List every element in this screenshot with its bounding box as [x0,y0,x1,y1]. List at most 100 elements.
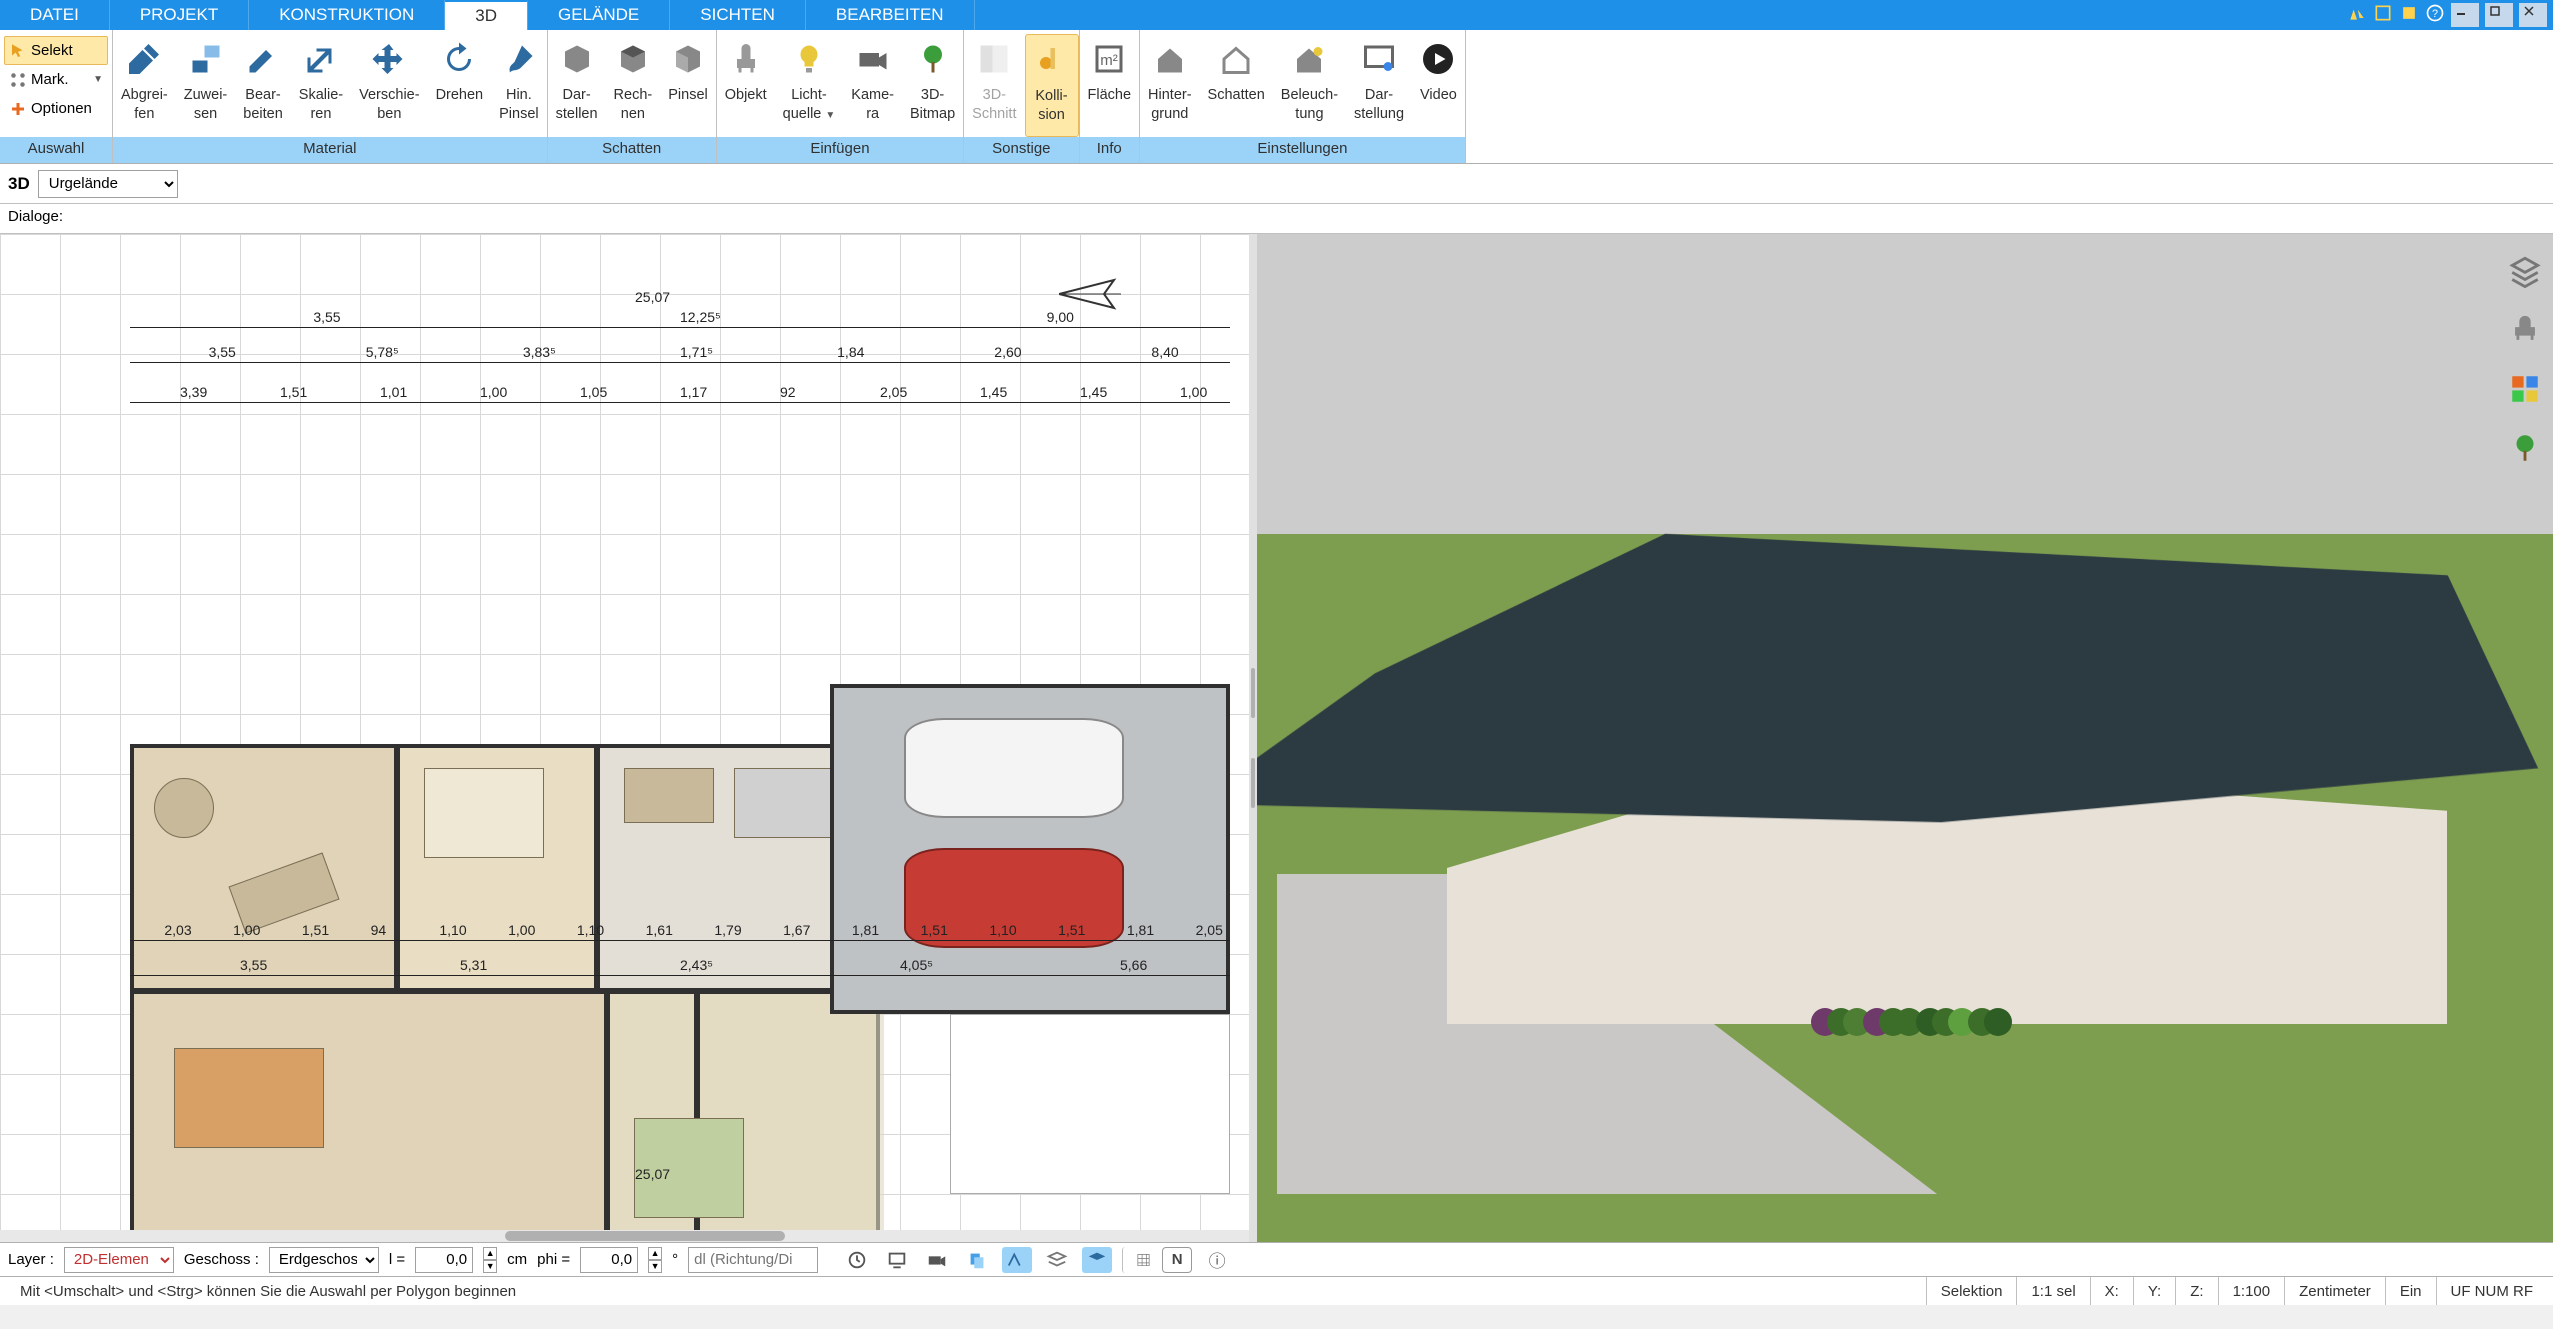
scroll-thumb[interactable] [505,1231,785,1241]
floor-select[interactable]: Erdgeschos [269,1247,379,1273]
screen-icon [1361,37,1397,81]
group-label-material: Material [113,137,547,163]
maximize-button[interactable] [2485,3,2513,27]
group-label-auswahl: Auswahl [0,137,112,163]
tab-label: BEARBEITEN [836,5,944,25]
ribbon-info-0[interactable]: m²Fläche [1080,34,1140,137]
ribbon-label: Skalie-ren [299,81,343,124]
toggle-b-icon[interactable] [1082,1247,1112,1273]
tab-konstruktion[interactable]: KONSTRUKTION [249,0,445,30]
optionen-button[interactable]: Optionen [4,94,108,123]
group-info: m²Fläche Info [1080,30,1141,163]
view-2d[interactable]: 25,07 3,5512,25⁵9,00 3,555,78⁵3,83⁵1,71⁵… [0,234,1249,1242]
dim-total: 25,07 [635,289,670,305]
layer-select[interactable]: 2D-Elemen [64,1247,174,1273]
ribbon-label: Hinter-grund [1148,81,1192,124]
ribbon-label: Pinsel [668,81,708,105]
ribbon-material-6[interactable]: Hin.Pinsel [491,34,547,137]
ribbon-schatten-2[interactable]: Pinsel [660,34,716,137]
view-splitter[interactable] [1249,234,1257,1242]
ribbon-einstell-3[interactable]: Dar-stellung [1346,34,1412,137]
tool-icon-1[interactable] [2347,3,2367,28]
clock-icon[interactable] [842,1247,872,1273]
ribbon-sonstige-0[interactable]: 3D-Schnitt [964,34,1024,137]
view-3d[interactable] [1257,234,2553,1242]
mark-button[interactable]: Mark. ▼ [4,65,108,94]
tab-label: SICHTEN [700,5,775,25]
ribbon-einstell-1[interactable]: Schatten [1200,34,1273,137]
copy-icon[interactable] [962,1247,992,1273]
horizontal-scrollbar[interactable] [0,1230,1249,1242]
tool-icon-3[interactable] [2399,3,2419,28]
l-input[interactable] [415,1247,473,1273]
ribbon-einfuegen-0[interactable]: Objekt [717,34,775,137]
direction-input[interactable] [688,1247,818,1273]
phi-spinner[interactable]: ▲▼ [648,1247,662,1273]
ribbon-einstell-2[interactable]: Beleuch-tung [1273,34,1346,137]
dim-value: 1,45 [980,384,1007,400]
ribbon-label: Licht-quelle ▼ [783,81,836,125]
floor-label: Geschoss : [184,1251,259,1268]
status-scale: 1:100 [2218,1277,2285,1305]
tab-projekt[interactable]: PROJEKT [110,0,249,30]
help-icon[interactable]: ? [2425,3,2445,28]
dim-value: 1,10 [989,922,1016,938]
ribbon-label: Beleuch-tung [1281,81,1338,124]
layer-label: Layer : [8,1251,54,1268]
selekt-button[interactable]: Selekt [4,36,108,65]
tool-icon-2[interactable] [2373,3,2393,28]
ribbon-einfuegen-1[interactable]: Licht-quelle ▼ [775,34,844,137]
group-label-schatten: Schatten [548,137,716,163]
tab-3d[interactable]: 3D [445,0,528,30]
dim-value: 2,05 [1196,922,1223,938]
tab-gelaende[interactable]: GELÄNDE [528,0,670,30]
dim-value: 1,51 [921,922,948,938]
ribbon-schatten-0[interactable]: Dar-stellen [548,34,606,137]
terrain-combo[interactable]: Urgelände [38,170,178,198]
ribbon-material-1[interactable]: Zuwei-sen [176,34,236,137]
tab-bearbeiten[interactable]: BEARBEITEN [806,0,975,30]
ribbon-einfuegen-3[interactable]: 3D-Bitmap [902,34,963,137]
monitor-icon[interactable] [882,1247,912,1273]
workspace: 25,07 3,5512,25⁵9,00 3,555,78⁵3,83⁵1,71⁵… [0,234,2553,1242]
dim-value: 1,51 [280,384,307,400]
dim-value: 2,05 [880,384,907,400]
dim-value: 1,10 [439,922,466,938]
ribbon-sonstige-1[interactable]: Kolli-sion [1025,34,1079,137]
ribbon-einstell-4[interactable]: Video [1412,34,1465,137]
garden-shrubs [1817,1014,2117,1114]
ribbon-material-3[interactable]: Skalie-ren [291,34,351,137]
ribbon-schatten-1[interactable]: Rech-nen [606,34,661,137]
minimize-button[interactable] [2451,3,2479,27]
ribbon-material-4[interactable]: Verschie-ben [351,34,427,137]
ribbon-material-5[interactable]: Drehen [428,34,492,137]
bulb-icon [791,37,827,81]
l-unit: cm [507,1251,527,1268]
l-spinner[interactable]: ▲▼ [483,1247,497,1273]
ribbon-label: Objekt [725,81,767,105]
camera-icon[interactable] [922,1247,952,1273]
n-button[interactable]: N [1162,1247,1192,1273]
ribbon-material-2[interactable]: Bear-beiten [235,34,291,137]
ribbon-material-0[interactable]: Abgrei-fen [113,34,176,137]
tab-datei[interactable]: DATEI [0,0,110,30]
info-icon[interactable]: ⓘ [1202,1247,1232,1273]
phi-input[interactable] [580,1247,638,1273]
tab-sichten[interactable]: SICHTEN [670,0,806,30]
ribbon-einfuegen-2[interactable]: Kame-ra [843,34,902,137]
toggle-a-icon[interactable] [1002,1247,1032,1273]
layers-flat-icon[interactable] [1042,1247,1072,1273]
group-label-einstell: Einstellungen [1140,137,1465,163]
dim-value: 3,55 [313,309,340,325]
furniture-button[interactable] [2508,313,2542,347]
plants-button[interactable] [2508,431,2542,465]
play-icon [1420,37,1456,81]
ribbon-einstell-0[interactable]: Hinter-grund [1140,34,1200,137]
materials-button[interactable] [2508,372,2542,406]
group-label-sonstige: Sonstige [964,137,1078,163]
dim-value: 1,01 [380,384,407,400]
ribbon-label: Dar-stellen [556,81,598,124]
grid-toggle-icon[interactable] [1122,1247,1152,1273]
close-button[interactable] [2519,3,2547,27]
layers-button[interactable] [2508,254,2542,288]
